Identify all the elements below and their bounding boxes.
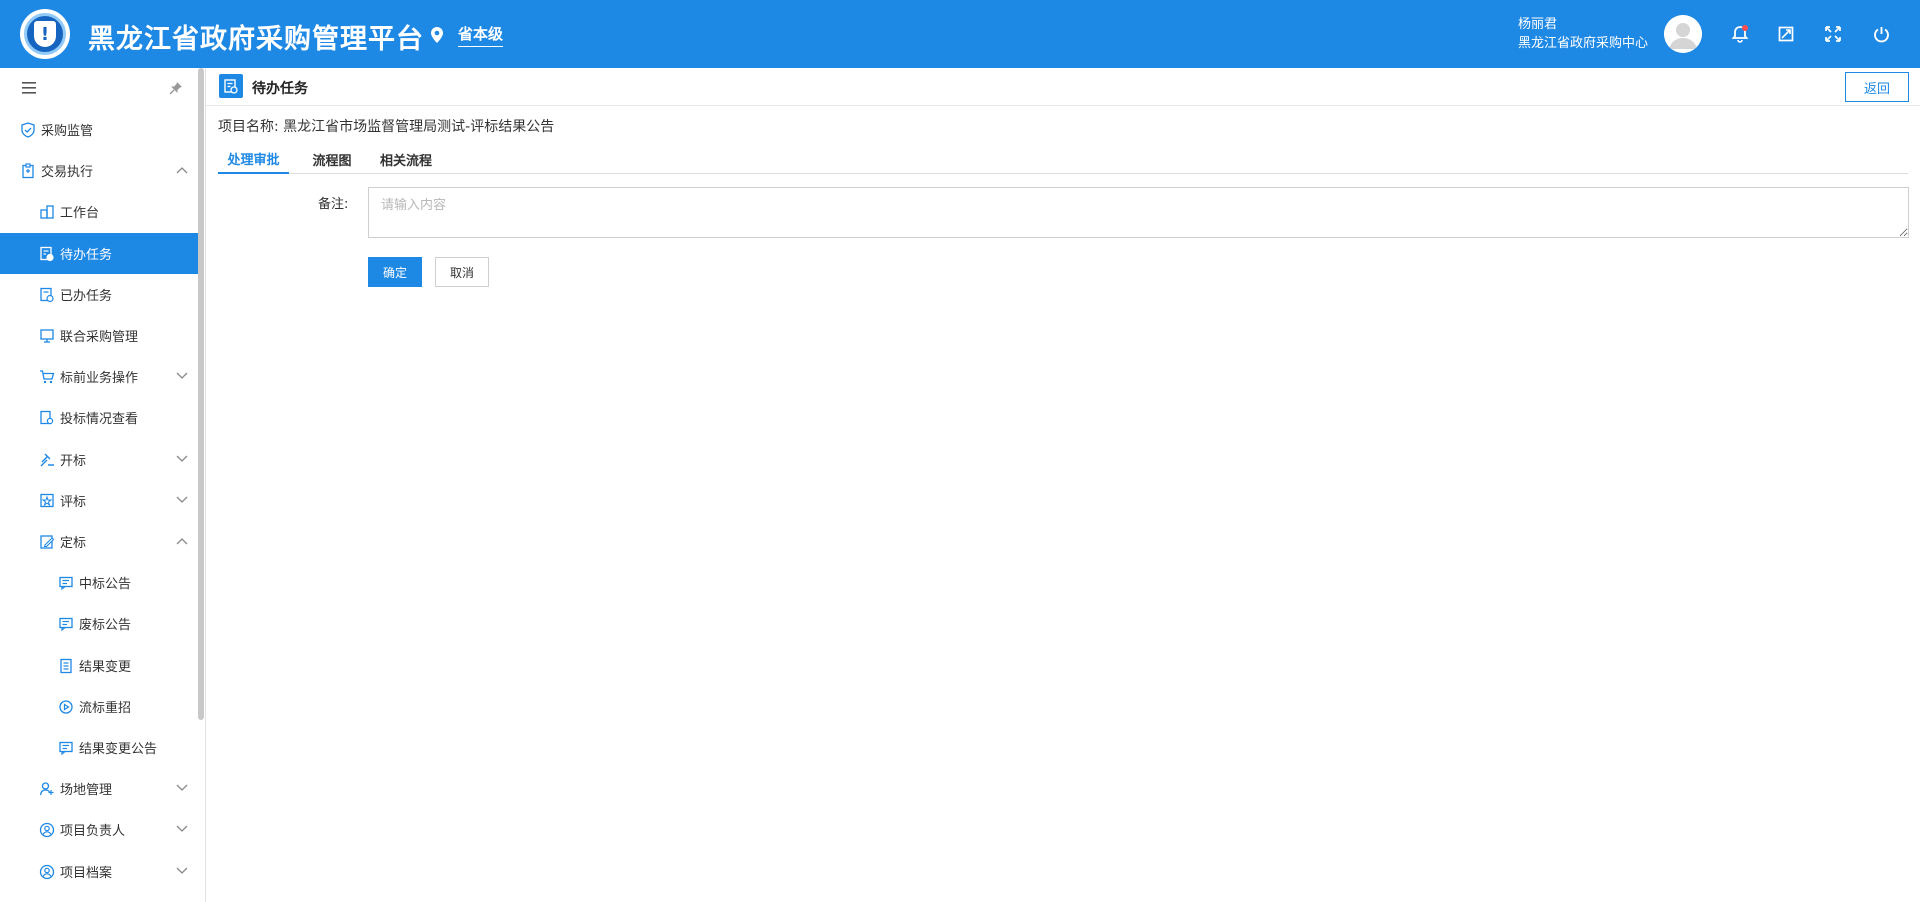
cancel-button[interactable]: 取消 <box>435 257 489 287</box>
chevron-down-icon[interactable] <box>176 493 188 508</box>
sidebar-item-label: 废标公告 <box>79 618 132 633</box>
chevron-down-icon[interactable] <box>176 781 188 796</box>
user-info: 杨丽君 黑龙江省政府采购中心 <box>1518 15 1648 53</box>
announce-icon <box>57 574 75 592</box>
sidebar-item-1[interactable]: 交易执行 <box>0 150 198 191</box>
sidebar-item-14[interactable]: 流标重招 <box>0 686 198 727</box>
avatar[interactable] <box>1664 15 1702 53</box>
sidebar-item-label: 联合采购管理 <box>60 330 139 345</box>
sidebar-item-label: 工作台 <box>60 206 100 221</box>
chevron-down-icon[interactable] <box>176 369 188 384</box>
sidebar-item-label: 定标 <box>60 536 87 551</box>
screenshot-icon[interactable] <box>1776 24 1796 44</box>
sidebar-item-3[interactable]: 待办任务 <box>0 233 198 274</box>
sidebar-item-label: 项目档案 <box>60 866 113 881</box>
sidebar-item-2[interactable]: 工作台 <box>0 191 198 232</box>
tab-flowchart[interactable]: 流程图 <box>304 145 360 174</box>
platform-logo: ! <box>20 9 70 59</box>
building-icon <box>38 203 56 221</box>
edit-doc-icon <box>38 533 56 551</box>
remark-label: 备注: <box>318 197 349 212</box>
task-todo-icon <box>219 74 243 98</box>
task-todo-icon <box>38 245 56 263</box>
announce-icon <box>57 615 75 633</box>
fullscreen-icon[interactable] <box>1823 24 1843 44</box>
power-icon[interactable] <box>1871 24 1891 44</box>
sidebar-item-4[interactable]: 已办任务 <box>0 274 198 315</box>
sidebar-item-16[interactable]: 场地管理 <box>0 768 198 809</box>
sidebar-item-label: 结果变更公告 <box>79 742 158 757</box>
sidebar-scrollbar[interactable] <box>198 68 204 720</box>
chevron-down-icon[interactable] <box>176 822 188 837</box>
sidebar-item-11[interactable]: 中标公告 <box>0 562 198 603</box>
page-header: 待办任务 返回 <box>206 68 1920 106</box>
sidebar-item-9[interactable]: 评标 <box>0 480 198 521</box>
sidebar-item-15[interactable]: 结果变更公告 <box>0 727 198 768</box>
sidebar-item-18[interactable]: 项目档案 <box>0 851 198 892</box>
project-name-label: 项目名称: <box>218 119 279 135</box>
sidebar-item-label: 开标 <box>60 454 87 469</box>
sidebar-item-8[interactable]: 开标 <box>0 439 198 480</box>
sidebar-item-label: 流标重招 <box>79 701 132 716</box>
menu-toggle-icon[interactable] <box>22 82 36 94</box>
tab-related-flows[interactable]: 相关流程 <box>378 145 434 174</box>
sidebar-item-17[interactable]: 项目负责人 <box>0 809 198 850</box>
sidebar-item-label: 标前业务操作 <box>60 371 139 386</box>
back-button[interactable]: 返回 <box>1845 72 1909 102</box>
chevron-down-icon[interactable] <box>176 864 188 879</box>
project-name-value: 黑龙江省市场监督管理局测试-评标结果公告 <box>283 119 555 135</box>
user-name: 杨丽君 <box>1518 17 1558 32</box>
cart-icon <box>38 368 56 386</box>
tab-approval[interactable]: 处理审批 <box>218 145 289 174</box>
user-org: 黑龙江省政府采购中心 <box>1518 36 1649 51</box>
sidebar-item-0[interactable]: 采购监管 <box>0 109 198 150</box>
list-doc-icon <box>57 657 75 675</box>
remark-textarea[interactable] <box>368 187 1909 238</box>
pin-icon[interactable] <box>169 81 183 95</box>
sidebar-item-label: 交易执行 <box>41 165 94 180</box>
sidebar-item-label: 评标 <box>60 495 87 510</box>
user-avatar-icon <box>1664 15 1702 53</box>
sidebar-item-label: 投标情况查看 <box>60 412 139 427</box>
sidebar-item-label: 结果变更 <box>79 660 132 675</box>
sidebar-item-7[interactable]: 投标情况查看 <box>0 397 198 438</box>
shield-check-icon <box>19 121 37 139</box>
sidebar-item-5[interactable]: 联合采购管理 <box>0 315 198 356</box>
user-location-icon <box>38 780 56 798</box>
monitor-icon <box>38 327 56 345</box>
app-title: 黑龙江省政府采购管理平台 <box>88 24 424 55</box>
chevron-up-icon[interactable] <box>176 163 188 178</box>
sidebar-item-10[interactable]: 定标 <box>0 521 198 562</box>
announce-icon <box>57 739 75 757</box>
gavel-icon <box>38 451 56 469</box>
top-header: ! 黑龙江省政府采购管理平台 省本级 杨丽君 黑龙江省政府采购中心 <box>0 0 1920 68</box>
sidebar-item-label: 场地管理 <box>60 783 113 798</box>
sidebar-item-6[interactable]: 标前业务操作 <box>0 356 198 397</box>
chevron-down-icon[interactable] <box>176 452 188 467</box>
sidebar-item-13[interactable]: 结果变更 <box>0 645 198 686</box>
sidebar-item-label: 中标公告 <box>79 577 132 592</box>
page-title: 待办任务 <box>252 81 308 97</box>
sidebar-item-label: 已办任务 <box>60 289 113 304</box>
clipboard-icon <box>19 162 37 180</box>
chevron-up-icon[interactable] <box>176 534 188 549</box>
user-circle-icon <box>38 821 56 839</box>
task-done-icon <box>38 286 56 304</box>
sidebar-item-12[interactable]: 废标公告 <box>0 603 198 644</box>
sidebar-item-label: 采购监管 <box>41 124 94 139</box>
cycle-icon <box>57 698 75 716</box>
region-selector[interactable]: 省本级 <box>430 23 504 47</box>
bell-icon[interactable] <box>1730 24 1750 44</box>
user-circle-icon <box>38 863 56 881</box>
tab-bar: 处理审批 流程图 相关流程 <box>218 145 1908 174</box>
region-label: 省本级 <box>458 23 504 47</box>
confirm-button[interactable]: 确定 <box>368 257 422 287</box>
location-icon <box>431 27 443 43</box>
sidebar-item-label: 待办任务 <box>60 248 113 263</box>
sidebar-item-label: 项目负责人 <box>60 824 126 839</box>
project-name-line: 项目名称: 黑龙江省市场监督管理局测试-评标结果公告 <box>218 116 554 136</box>
doc-search-icon <box>38 409 56 427</box>
star-doc-icon <box>38 492 56 510</box>
shield-alert-icon: ! <box>34 21 56 47</box>
